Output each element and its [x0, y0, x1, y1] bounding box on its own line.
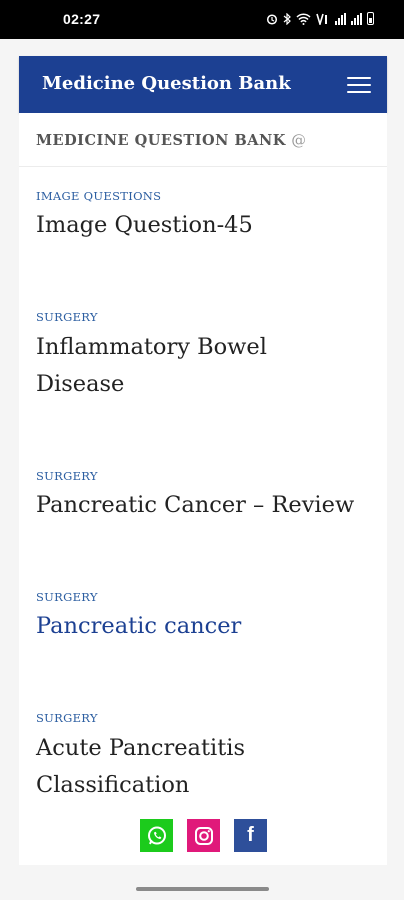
section-title-text: MEDICINE QUESTION BANK [36, 132, 286, 149]
post-title-line[interactable]: Classification [36, 772, 189, 798]
post-category[interactable]: SURGERY [36, 310, 376, 324]
signal-icon [335, 12, 346, 25]
post-category[interactable]: SURGERY [36, 711, 376, 725]
whatsapp-icon[interactable] [140, 819, 173, 852]
status-bar: 02:27 [0, 0, 404, 39]
facebook-icon[interactable]: f [234, 819, 267, 852]
section-header: MEDICINE QUESTION BANK @ [19, 113, 387, 167]
status-icons [266, 12, 374, 25]
gesture-nav-handle[interactable] [136, 887, 269, 891]
app-header: Medicine Question Bank [19, 56, 387, 113]
list-item[interactable]: SURGERY Inflammatory Bowel Disease [36, 310, 376, 403]
list-item[interactable]: IMAGE QUESTIONS Image Question-45 [36, 189, 376, 244]
section-title-suffix: @ [291, 133, 307, 149]
wifi-icon [296, 12, 311, 25]
post-category[interactable]: IMAGE QUESTIONS [36, 189, 376, 203]
signal-2-icon [351, 12, 362, 25]
bluetooth-icon [283, 12, 291, 25]
post-title-line[interactable]: Acute Pancreatitis [36, 735, 245, 761]
status-time: 02:27 [63, 11, 101, 27]
post-title[interactable]: Image Question-45 [36, 207, 376, 244]
post-title[interactable]: Acute Pancreatitis Classification [36, 730, 376, 804]
instagram-icon[interactable] [187, 819, 220, 852]
post-title-line[interactable]: Disease [36, 371, 124, 397]
app-title: Medicine Question Bank [42, 73, 291, 94]
section-title: MEDICINE QUESTION BANK @ [36, 132, 306, 149]
list-item[interactable]: SURGERY Pancreatic cancer [36, 590, 376, 645]
volte-icon [316, 13, 327, 25]
post-title[interactable]: Pancreatic cancer [36, 608, 376, 645]
alarm-icon [266, 13, 278, 25]
list-item[interactable]: SURGERY Acute Pancreatitis Classification [36, 711, 376, 804]
content-card: MEDICINE QUESTION BANK @ IMAGE QUESTIONS… [19, 113, 387, 865]
post-category[interactable]: SURGERY [36, 469, 376, 483]
battery-icon [367, 12, 374, 25]
post-title[interactable]: Pancreatic Cancer – Review [36, 487, 376, 524]
list-item[interactable]: SURGERY Pancreatic Cancer – Review [36, 469, 376, 524]
post-title-line[interactable]: Inflammatory Bowel [36, 334, 267, 360]
social-share-bar: f [140, 819, 267, 852]
post-title[interactable]: Inflammatory Bowel Disease [36, 329, 376, 403]
post-category[interactable]: SURGERY [36, 590, 376, 604]
menu-icon[interactable] [347, 77, 371, 94]
